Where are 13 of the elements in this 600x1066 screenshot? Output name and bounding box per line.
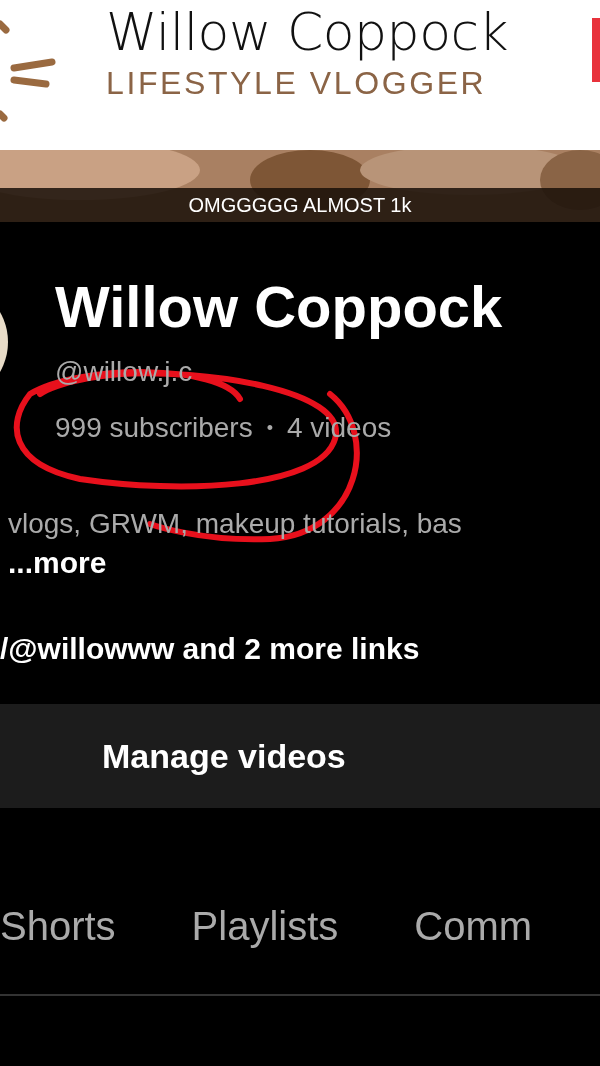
channel-tab[interactable]: Playlists	[191, 904, 339, 949]
manage-videos-button[interactable]: Manage videos	[0, 704, 600, 808]
channel-tab[interactable]: Shorts	[0, 904, 116, 949]
snap-caption: OMGGGGG ALMOST 1k	[188, 193, 412, 217]
more-link[interactable]: ...more	[8, 546, 107, 580]
subscriber-count: 999 subscribers	[55, 412, 253, 444]
separator-dot: •	[266, 417, 273, 439]
channel-name: Willow Coppock	[55, 273, 503, 341]
banner-title: Willow Coppock	[106, 2, 509, 62]
channel-links[interactable]: /@willowww and 2 more links	[0, 632, 420, 666]
banner-subtitle: LIFESTYLE VLOGGER	[106, 64, 487, 102]
banner-mark	[592, 18, 600, 82]
channel-tab[interactable]: Comm	[414, 904, 533, 949]
